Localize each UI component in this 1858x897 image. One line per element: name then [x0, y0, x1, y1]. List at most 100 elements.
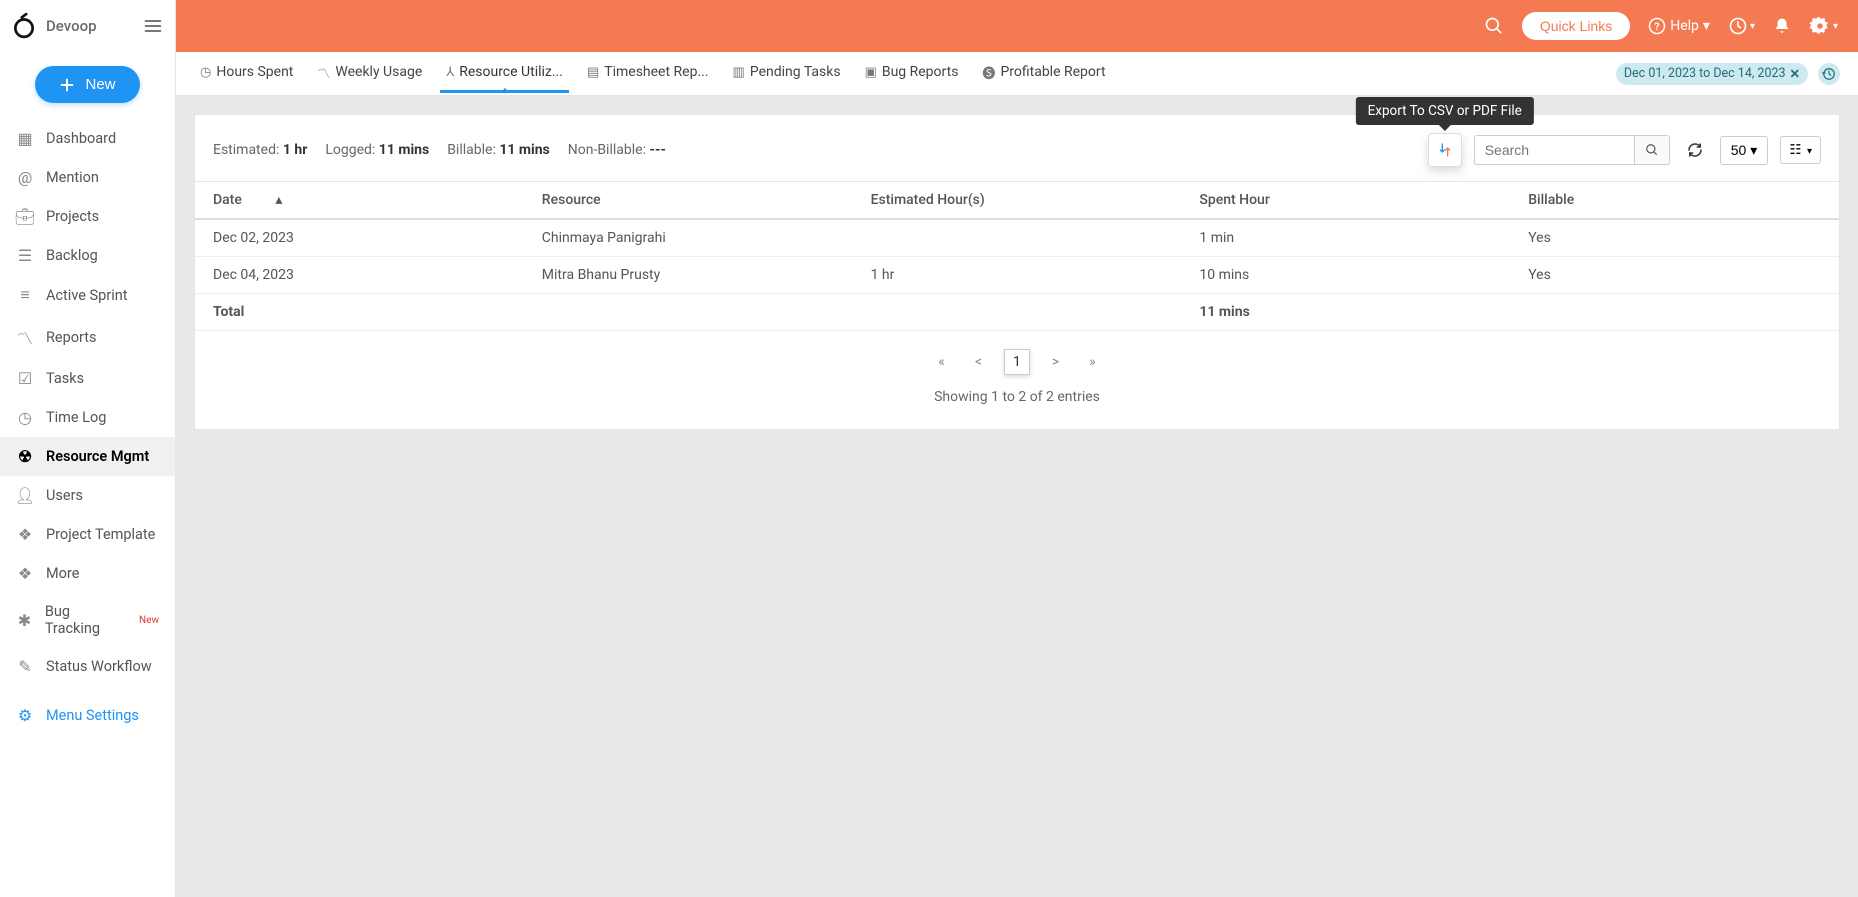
page-next[interactable]: >	[1044, 350, 1067, 374]
tab-bug-reports[interactable]: ▣ Bug Reports	[859, 54, 965, 93]
sidebar-item-backlog[interactable]: ☰ Backlog	[0, 236, 175, 275]
check-icon: ☑	[16, 369, 34, 388]
cell-spent: 1 min	[1181, 219, 1510, 257]
bell-icon[interactable]	[1773, 16, 1791, 36]
col-date[interactable]: Date ▴	[195, 182, 524, 220]
search-go-button[interactable]	[1634, 135, 1670, 165]
settings-gear-icon[interactable]: ▾	[1809, 15, 1838, 37]
page-size-select[interactable]: 50 ▾	[1720, 136, 1769, 165]
briefcase-icon: 💼︎	[16, 207, 34, 226]
dollar-icon: 🅢	[982, 63, 995, 82]
sidebar-item-label: Menu Settings	[46, 707, 139, 724]
search-wrap	[1474, 135, 1670, 165]
history-top-icon[interactable]: ▾	[1728, 16, 1755, 36]
tab-profitable-report[interactable]: 🅢 Profitable Report	[976, 53, 1111, 95]
summary-value: 11 mins	[499, 142, 549, 158]
table-row[interactable]: Dec 04, 2023 Mitra Bhanu Prusty 1 hr 10 …	[195, 257, 1839, 294]
history-button[interactable]	[1818, 63, 1840, 85]
help-link[interactable]: ? Help ▾	[1648, 17, 1710, 35]
table-total-row: Total 11 mins	[195, 294, 1839, 331]
sidebar-item-reports[interactable]: 〽 Reports	[0, 315, 175, 359]
page-prev[interactable]: <	[967, 350, 990, 374]
caret-down-icon: ▾	[1750, 142, 1757, 159]
summary-value: ---	[649, 142, 666, 158]
quick-links-button[interactable]: Quick Links	[1522, 12, 1630, 40]
sidebar-item-active-sprint[interactable]: ≡ Active Sprint	[0, 275, 175, 315]
tab-weekly-usage[interactable]: 〽 Weekly Usage	[311, 53, 428, 95]
tab-label: Resource Utiliz...	[459, 64, 563, 80]
summary-label: Estimated:	[213, 142, 279, 158]
search-icon[interactable]	[1484, 16, 1504, 36]
sidebar-item-projects[interactable]: 💼︎ Projects	[0, 197, 175, 236]
content-area: Estimated: 1 hr Logged: 11 mins Billable…	[176, 96, 1858, 448]
col-billable[interactable]: Billable	[1510, 182, 1839, 220]
table-row[interactable]: Dec 02, 2023 Chinmaya Panigrahi 1 min Ye…	[195, 219, 1839, 257]
sidebar-item-status-workflow[interactable]: ✎ Status Workflow	[0, 647, 175, 686]
col-resource[interactable]: Resource	[524, 182, 853, 220]
tab-label: Hours Spent	[216, 64, 293, 80]
sidebar-item-bug-tracking[interactable]: ✱ Bug Tracking New	[0, 593, 175, 647]
col-estimated[interactable]: Estimated Hour(s)	[853, 182, 1182, 220]
close-icon[interactable]: ✕	[1790, 66, 1800, 82]
import-export-icon	[1437, 142, 1453, 158]
sidebar-item-label: Projects	[46, 208, 99, 225]
workflow-icon: ✎	[16, 657, 34, 676]
brand-logo-icon	[10, 12, 38, 40]
cell-total-spent: 11 mins	[1181, 294, 1510, 331]
sidebar-item-more[interactable]: ❖ More	[0, 554, 175, 593]
topbar: Quick Links ? Help ▾ ▾ ▾	[176, 0, 1858, 52]
clock-icon: ◷	[200, 65, 211, 80]
summary-estimated: Estimated: 1 hr	[213, 142, 307, 158]
tab-timesheet-report[interactable]: ▤ Timesheet Rep...	[581, 54, 715, 93]
tab-hours-spent[interactable]: ◷ Hours Spent	[194, 54, 299, 93]
sidebar-item-tasks[interactable]: ☑ Tasks	[0, 359, 175, 398]
cell-date: Dec 02, 2023	[195, 219, 524, 257]
help-icon: ?	[1648, 17, 1666, 35]
sidebar-item-label: Resource Mgmt	[46, 448, 149, 465]
search-input[interactable]	[1474, 135, 1634, 165]
columns-icon: ☷	[1789, 142, 1801, 157]
refresh-button[interactable]	[1682, 141, 1708, 159]
list-icon: ☰	[16, 246, 34, 265]
sort-asc-icon: ▴	[275, 192, 282, 208]
at-icon: @	[16, 168, 34, 187]
hamburger-icon[interactable]	[143, 16, 163, 36]
sidebar-item-label: Time Log	[46, 409, 106, 426]
tab-resource-utilization[interactable]: ⅄ Resource Utiliz...	[440, 54, 569, 93]
sidebar-item-mention[interactable]: @ Mention	[0, 158, 175, 197]
new-button[interactable]: New	[35, 66, 139, 103]
sidebar-item-menu-settings[interactable]: ⚙ Menu Settings	[0, 696, 175, 735]
sidebar-item-dashboard[interactable]: ▦ Dashboard	[0, 119, 175, 158]
sidebar-item-resource-mgmt[interactable]: ☢︎ Resource Mgmt	[0, 437, 175, 476]
sidebar-item-users[interactable]: 👤︎ Users	[0, 476, 175, 515]
tab-label: Pending Tasks	[750, 64, 841, 80]
tabs-bar-right: Dec 01, 2023 to Dec 14, 2023 ✕	[1616, 63, 1840, 85]
col-spent[interactable]: Spent Hour	[1181, 182, 1510, 220]
export-button-wrap: Export To CSV or PDF File	[1428, 133, 1462, 167]
date-range-chip[interactable]: Dec 01, 2023 to Dec 14, 2023 ✕	[1616, 63, 1808, 85]
sidebar-item-label: Backlog	[46, 247, 98, 264]
sidebar-item-time-log[interactable]: ◷ Time Log	[0, 398, 175, 437]
layers-icon: ❖	[16, 525, 34, 544]
page-current[interactable]: 1	[1004, 349, 1030, 375]
tab-label: Bug Reports	[882, 64, 959, 80]
sidebar-item-project-template[interactable]: ❖ Project Template	[0, 515, 175, 554]
page-last[interactable]: »	[1081, 350, 1104, 374]
tab-pending-tasks[interactable]: ▥ Pending Tasks	[727, 54, 847, 93]
summary-label: Billable:	[447, 142, 496, 158]
summary-row: Estimated: 1 hr Logged: 11 mins Billable…	[195, 131, 1839, 177]
sidebar-nav: ▦ Dashboard @ Mention 💼︎ Projects ☰ Back…	[0, 113, 175, 897]
tree-icon: ⅄	[446, 65, 454, 80]
cell-spent: 10 mins	[1181, 257, 1510, 294]
entries-info: Showing 1 to 2 of 2 entries	[195, 389, 1839, 405]
sidebar-item-label: More	[46, 565, 79, 582]
summary-logged: Logged: 11 mins	[325, 142, 429, 158]
sidebar-item-label: Tasks	[46, 370, 84, 387]
gear-icon: ⚙	[16, 706, 34, 725]
columns-button[interactable]: ☷ ▾	[1780, 136, 1821, 164]
resource-icon: ☢︎	[16, 447, 34, 466]
cell-resource: Chinmaya Panigrahi	[524, 219, 853, 257]
export-button[interactable]	[1428, 133, 1462, 167]
page-first[interactable]: «	[930, 350, 953, 374]
sidebar-item-label: Reports	[46, 329, 97, 346]
